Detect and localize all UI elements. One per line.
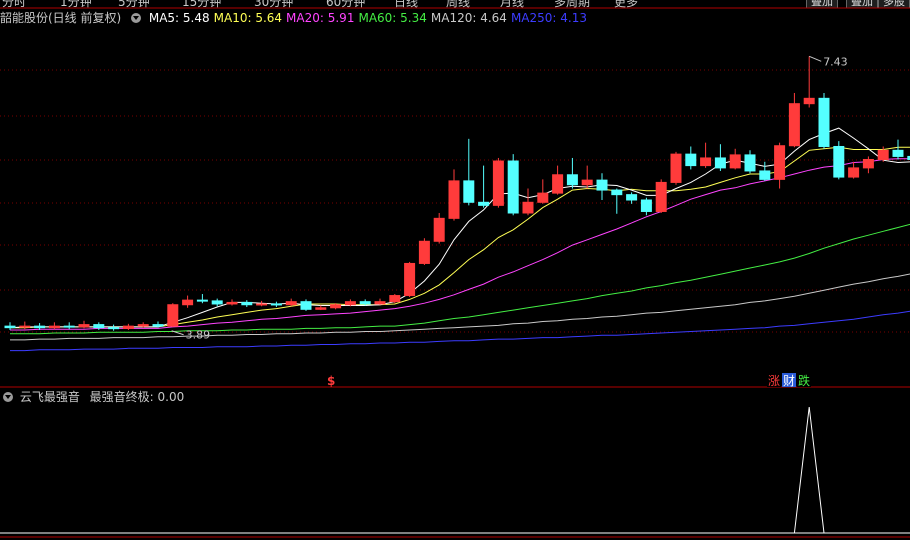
candle-body bbox=[182, 299, 194, 306]
candle-body bbox=[685, 153, 697, 167]
dollar-marker: $ bbox=[327, 374, 335, 388]
candle-body bbox=[448, 180, 460, 219]
high-pointer bbox=[809, 55, 822, 62]
candle-body bbox=[122, 325, 134, 329]
candle-body bbox=[463, 180, 475, 203]
indicator-line bbox=[10, 406, 910, 534]
candle-body bbox=[700, 157, 712, 167]
candle-body bbox=[552, 174, 564, 194]
event-markers: 涨财跌 bbox=[767, 373, 811, 388]
candle-body bbox=[788, 103, 800, 147]
candle-body bbox=[196, 299, 208, 302]
candle-body bbox=[670, 153, 682, 183]
price-low-label: 3.89 bbox=[186, 329, 211, 342]
candle-body bbox=[418, 240, 430, 264]
candle-body bbox=[640, 199, 652, 212]
candle-body bbox=[626, 194, 638, 201]
candle-body bbox=[404, 262, 416, 297]
candle-body bbox=[4, 325, 16, 329]
candle-body bbox=[744, 154, 756, 172]
candle-body bbox=[211, 300, 223, 305]
candle-body bbox=[167, 304, 179, 327]
candle-body bbox=[611, 189, 623, 196]
price-high-label: 7.43 bbox=[823, 55, 848, 68]
candle-body bbox=[93, 324, 105, 329]
candle-body bbox=[374, 301, 386, 305]
candle-body bbox=[774, 145, 786, 180]
candle-body bbox=[714, 157, 726, 169]
candle-body bbox=[63, 325, 75, 328]
candle-body bbox=[152, 324, 164, 327]
candle-body bbox=[818, 97, 830, 147]
candle-body bbox=[330, 304, 342, 309]
ma-line-ma250 bbox=[10, 310, 910, 352]
candle-body bbox=[537, 192, 549, 203]
ma-line-ma60 bbox=[10, 223, 910, 335]
candle-body bbox=[877, 149, 889, 160]
candle-body bbox=[433, 217, 445, 242]
candle-body bbox=[862, 158, 874, 169]
ma-line-ma20 bbox=[10, 158, 910, 331]
candle-body bbox=[48, 325, 60, 329]
zhang-marker: 涨 bbox=[768, 373, 780, 388]
candle-body bbox=[359, 301, 371, 305]
candle-body bbox=[655, 181, 667, 212]
candle-body bbox=[108, 327, 120, 330]
cai-marker: 财 bbox=[783, 374, 795, 388]
candle-body bbox=[389, 295, 401, 303]
die-marker: 跌 bbox=[798, 373, 810, 388]
candle-body bbox=[285, 301, 297, 306]
candle-body bbox=[848, 167, 860, 178]
candle-body bbox=[522, 201, 534, 214]
candle-body bbox=[344, 301, 356, 306]
candlestick-chart[interactable]: 7.43 3.89 $ 涨财跌 bbox=[0, 0, 910, 540]
candle-body bbox=[507, 160, 519, 214]
ma-line-ma120 bbox=[10, 273, 910, 341]
indicator-settings-icon[interactable] bbox=[3, 392, 13, 402]
candle-body bbox=[226, 301, 238, 305]
indicator-value: 最强音终极: 0.00 bbox=[89, 390, 185, 404]
candle-body bbox=[596, 179, 608, 191]
candle-body bbox=[256, 303, 268, 306]
candle-body bbox=[137, 324, 149, 327]
indicator-legend: 云飞最强音 最强音终极: 0.00 bbox=[3, 389, 184, 405]
candle-body bbox=[566, 174, 578, 186]
candle-body bbox=[34, 325, 46, 329]
candle-body bbox=[833, 145, 845, 178]
candle-body bbox=[241, 301, 253, 306]
candle-body bbox=[729, 154, 741, 169]
candle-body bbox=[492, 160, 504, 206]
candle-body bbox=[270, 303, 282, 306]
candle-body bbox=[300, 301, 312, 310]
indicator-name[interactable]: 云飞最强音 bbox=[20, 390, 80, 404]
candle-body bbox=[581, 179, 593, 186]
candle-body bbox=[478, 201, 490, 206]
candle-body bbox=[19, 325, 31, 328]
candle-body bbox=[803, 97, 815, 105]
candle-body bbox=[759, 170, 771, 180]
candle-body bbox=[315, 307, 327, 310]
candle-body bbox=[892, 149, 904, 157]
candle-body bbox=[78, 324, 90, 328]
